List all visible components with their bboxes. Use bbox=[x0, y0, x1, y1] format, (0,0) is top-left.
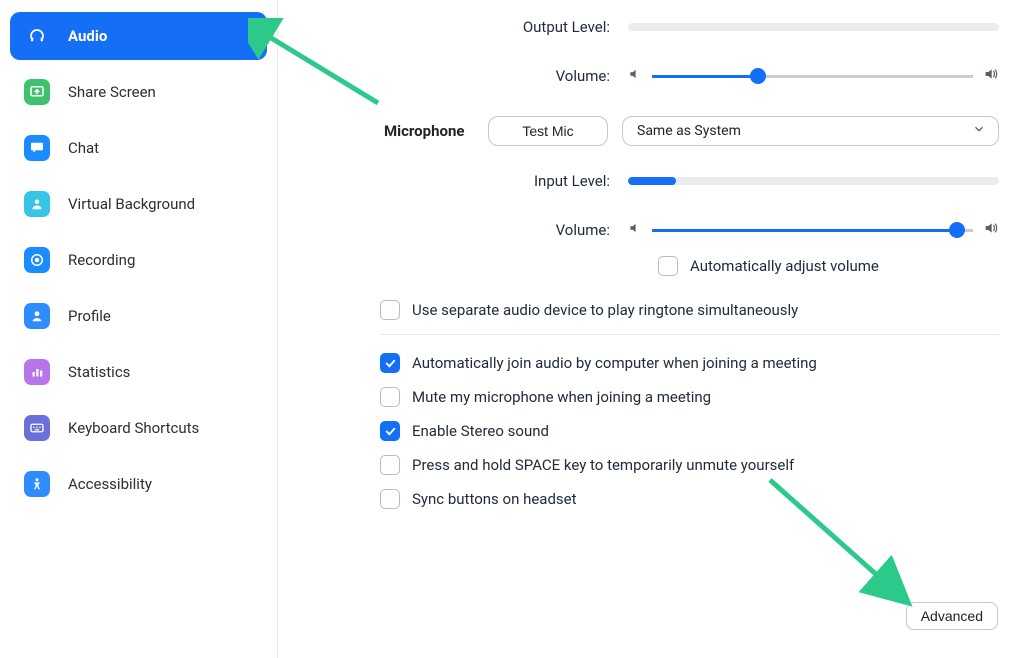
mute-on-join-label: Mute my microphone when joining a meetin… bbox=[412, 388, 711, 406]
separate-ringtone-label: Use separate audio device to play ringto… bbox=[412, 301, 798, 319]
sidebar-item-profile[interactable]: Profile bbox=[10, 292, 267, 340]
output-level-label: Output Level: bbox=[308, 18, 628, 36]
sidebar-item-label: Recording bbox=[68, 251, 135, 269]
advanced-button[interactable]: Advanced bbox=[906, 602, 998, 630]
auto-adjust-volume-checkbox[interactable] bbox=[658, 256, 678, 276]
keyboard-icon bbox=[24, 415, 50, 441]
share-screen-icon bbox=[24, 79, 50, 105]
speaker-low-icon bbox=[628, 67, 642, 85]
auto-adjust-volume-label: Automatically adjust volume bbox=[690, 257, 879, 275]
speaker-high-icon bbox=[983, 66, 999, 86]
sync-headset-label: Sync buttons on headset bbox=[412, 490, 577, 508]
sidebar-item-accessibility[interactable]: Accessibility bbox=[10, 460, 267, 508]
sidebar-item-label: Statistics bbox=[68, 363, 130, 381]
chat-icon bbox=[24, 135, 50, 161]
auto-join-audio-label: Automatically join audio by computer whe… bbox=[412, 354, 817, 372]
enable-stereo-checkbox[interactable] bbox=[380, 421, 400, 441]
divider bbox=[380, 334, 999, 335]
sidebar-item-label: Audio bbox=[68, 27, 107, 45]
microphone-section-label: Microphone bbox=[308, 122, 488, 140]
separate-ringtone-checkbox[interactable] bbox=[380, 300, 400, 320]
virtual-background-icon bbox=[24, 191, 50, 217]
statistics-icon bbox=[24, 359, 50, 385]
input-level-meter bbox=[628, 177, 999, 185]
sidebar-item-label: Accessibility bbox=[68, 475, 152, 493]
speaker-high-icon bbox=[983, 220, 999, 240]
sidebar-item-label: Keyboard Shortcuts bbox=[68, 419, 199, 437]
output-level-meter bbox=[628, 23, 999, 31]
sidebar-item-statistics[interactable]: Statistics bbox=[10, 348, 267, 396]
space-unmute-label: Press and hold SPACE key to temporarily … bbox=[412, 456, 794, 474]
auto-join-audio-checkbox[interactable] bbox=[380, 353, 400, 373]
enable-stereo-label: Enable Stereo sound bbox=[412, 422, 549, 440]
speaker-low-icon bbox=[628, 221, 642, 239]
headphones-icon bbox=[24, 23, 50, 49]
sidebar-item-recording[interactable]: Recording bbox=[10, 236, 267, 284]
dropdown-value: Same as System bbox=[637, 123, 741, 139]
sidebar-item-label: Virtual Background bbox=[68, 195, 195, 213]
sidebar-item-share-screen[interactable]: Share Screen bbox=[10, 68, 267, 116]
input-volume-label: Volume: bbox=[308, 221, 628, 239]
chevron-down-icon bbox=[972, 122, 986, 140]
mute-on-join-checkbox[interactable] bbox=[380, 387, 400, 407]
output-volume-label: Volume: bbox=[308, 67, 628, 85]
input-volume-slider[interactable] bbox=[652, 220, 973, 240]
settings-sidebar: Audio Share Screen Chat Virtual Backgrou… bbox=[0, 0, 278, 658]
output-volume-slider[interactable] bbox=[652, 66, 973, 86]
sidebar-item-label: Chat bbox=[68, 139, 99, 157]
sync-headset-checkbox[interactable] bbox=[380, 489, 400, 509]
space-unmute-checkbox[interactable] bbox=[380, 455, 400, 475]
test-mic-button[interactable]: Test Mic bbox=[488, 116, 608, 146]
accessibility-icon bbox=[24, 471, 50, 497]
recording-icon bbox=[24, 247, 50, 273]
sidebar-item-audio[interactable]: Audio bbox=[10, 12, 267, 60]
audio-settings-pane: Output Level: Volume: Microphone Test Mi… bbox=[290, 0, 1024, 658]
sidebar-item-label: Profile bbox=[68, 307, 111, 325]
sidebar-item-label: Share Screen bbox=[68, 83, 156, 101]
sidebar-item-chat[interactable]: Chat bbox=[10, 124, 267, 172]
sidebar-item-virtual-background[interactable]: Virtual Background bbox=[10, 180, 267, 228]
sidebar-item-keyboard-shortcuts[interactable]: Keyboard Shortcuts bbox=[10, 404, 267, 452]
microphone-device-dropdown[interactable]: Same as System bbox=[622, 116, 999, 146]
profile-icon bbox=[24, 303, 50, 329]
input-level-label: Input Level: bbox=[308, 172, 628, 190]
